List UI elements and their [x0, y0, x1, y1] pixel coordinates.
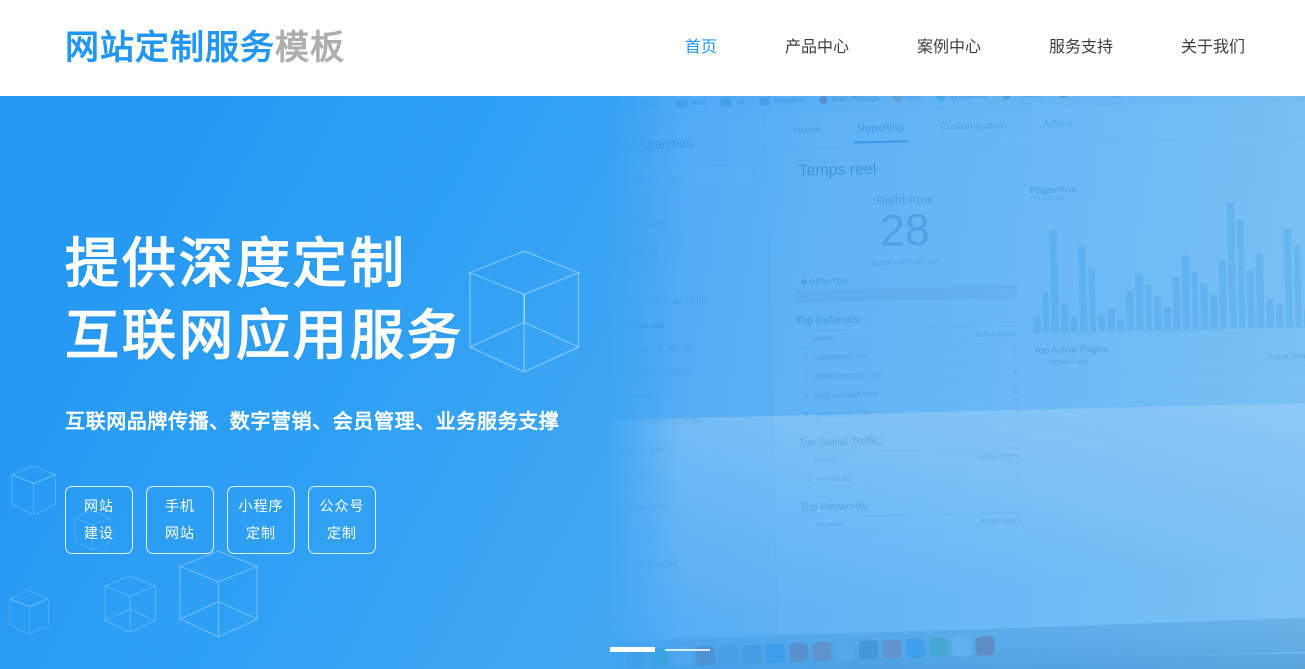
service-button-miniprogram[interactable]: 小程序 定制	[227, 485, 295, 554]
photo-screen: Hit Ngspo Red TB BlogNest Brain Pickings…	[605, 96, 1305, 669]
nav-item-home[interactable]: 首页	[683, 34, 719, 62]
hero-subtitle: 互联网品牌传播、数字营销、会员管理、业务服务支撑	[65, 410, 560, 433]
carousel-dot-1[interactable]	[610, 647, 655, 652]
hero-background-photo: Hit Ngspo Red TB BlogNest Brain Pickings…	[605, 96, 1305, 669]
nav-item-about[interactable]: 关于我们	[1179, 34, 1247, 62]
service-button-website[interactable]: 网站 建设	[65, 485, 133, 554]
hero-service-buttons: 网站 建设 手机 网站 小程序 定制 公众号 定制	[65, 485, 559, 554]
logo-secondary-text: 模板	[275, 29, 345, 67]
site-logo[interactable]: 网站定制服务模板	[65, 31, 345, 65]
carousel-dot-2[interactable]	[665, 648, 710, 651]
site-header: 网站定制服务模板 首页 产品中心 案例中心 服务支持 关于我们	[0, 0, 1305, 96]
hero-title: 提供深度定制 互联网应用服务	[65, 228, 559, 373]
hero-title-line-1: 提供深度定制	[65, 234, 407, 294]
photo-blue-overlay	[605, 96, 1305, 669]
service-button-mobile-site[interactable]: 手机 网站	[146, 485, 214, 554]
nav-item-products[interactable]: 产品中心	[783, 34, 851, 62]
nav-item-cases[interactable]: 案例中心	[915, 34, 983, 62]
logo-primary-text: 网站定制服务	[65, 29, 275, 67]
hero-banner: Hit Ngspo Red TB BlogNest Brain Pickings…	[0, 96, 1305, 669]
nav-item-support[interactable]: 服务支持	[1047, 34, 1115, 62]
hero-content: 提供深度定制 互联网应用服务 互联网品牌传播、数字营销、会员管理、业务服务支撑 …	[65, 228, 559, 554]
service-button-official-account[interactable]: 公众号 定制	[308, 485, 376, 554]
hero-title-line-2: 互联网应用服务	[65, 306, 464, 367]
carousel-indicators	[610, 647, 710, 652]
main-navigation: 首页 产品中心 案例中心 服务支持 关于我们	[683, 34, 1247, 62]
